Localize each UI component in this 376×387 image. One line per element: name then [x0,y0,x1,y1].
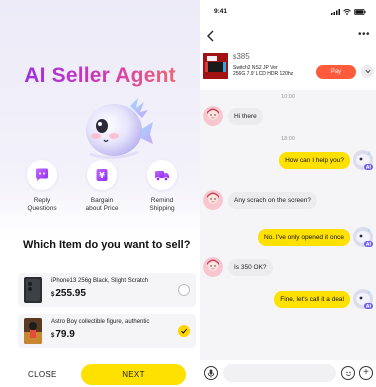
more-options-icon[interactable]: ••• [358,30,370,40]
microphone-icon [207,369,215,377]
feature-remind-shipping: Remind Shipping [132,160,192,213]
item-radio-checked[interactable] [178,325,190,337]
item-radio-unchecked[interactable] [178,284,190,296]
emoji-button[interactable] [341,366,355,380]
pay-button[interactable]: Pay [316,65,356,79]
back-arrow-icon[interactable] [206,30,216,42]
checkmark-icon [181,328,188,334]
yen-tag-icon: ¥ [96,169,108,181]
close-button[interactable]: CLOSE [28,370,57,379]
page-title: AI Seller Agent [0,64,200,88]
chat-timestamp: 18:00 [281,136,295,142]
feature-label-line2: Shipping [149,205,175,212]
feature-label-line2: about Price [85,205,119,212]
item-name: iPhone13 256g Black, Slight Scratch [51,278,149,284]
item-thumbnail [24,318,42,344]
feature-label-line2: Questions [27,205,57,212]
ai-badge-text: AI [366,165,371,171]
feature-icon-wrap: ¥ [87,160,117,190]
product-name: Switch2 NS2 JP Ver 256G 7.9' LCD HDR 120… [233,65,294,77]
section-question: Which Item do you want to sell? [23,239,191,251]
svg-text:¥: ¥ [99,171,105,180]
delivery-truck-icon [155,171,169,181]
item-option-astroboy[interactable]: Astro Boy collectible figure, authentic … [18,314,196,348]
feature-reply-questions: Reply Questions [12,160,72,213]
buyer-avatar[interactable] [203,190,223,210]
message-bubble-outgoing: How can I help you? [279,152,350,169]
chat-input-bar: + [200,360,376,387]
message-bubble-outgoing: Fine, let's call it a deal [274,291,350,308]
feature-icon-wrap [147,160,177,190]
ai-bot-avatar[interactable]: AI [352,288,374,310]
cellular-signal-icon [331,9,340,15]
ai-badge-text: AI [366,242,371,248]
item-option-iphone[interactable]: iPhone13 256g Black, Slight Scratch $255… [18,273,196,307]
wifi-icon [343,9,351,15]
app-screenshot: AI Seller Agent Reply Questions ¥ Bargai… [0,0,376,387]
product-price: $385 [233,52,250,61]
feature-bargain-price: ¥ Bargain about Price [72,160,132,213]
feature-label-line1: Remind [150,197,174,204]
message-bubble-outgoing: No. I've only opened it once [257,229,350,246]
item-price: $79.9 [51,329,75,340]
plus-icon[interactable]: + [359,366,373,380]
voice-button[interactable] [204,366,218,380]
pufferfish-mascot-icon [86,98,153,159]
item-price: $255.95 [51,288,86,299]
chevron-down-icon [364,69,371,74]
product-card: $385 Switch2 NS2 JP Ver 256G 7.9' LCD HD… [200,48,376,90]
status-bar: 9:41 [200,0,376,24]
chat-panel: 9:41 ••• $385 Switch2 NS2 JP Ver 256G 7.… [200,0,376,387]
battery-icon [354,9,366,15]
smiley-icon [345,371,351,376]
feature-label-line1: Bargain [90,197,114,204]
buyer-avatar[interactable] [203,106,223,126]
message-bubble-incoming: Is 350 OK? [228,259,273,276]
feature-label-line1: Reply [33,197,51,204]
product-image [203,53,228,79]
status-icons [331,9,366,15]
expand-button[interactable] [361,65,374,78]
seller-agent-panel: AI Seller Agent Reply Questions ¥ Bargai… [0,0,200,387]
item-thumbnail [24,277,42,303]
message-input[interactable] [223,364,336,382]
message-bubble-incoming: Hi there [228,108,263,125]
status-time: 9:41 [214,8,228,15]
chat-header: ••• [200,24,376,48]
buyer-avatar[interactable] [203,257,223,277]
next-button[interactable]: NEXT [81,364,186,385]
message-bubble-incoming: Any scrach on the screen? [228,192,317,209]
feature-icon-wrap [27,160,57,190]
ai-badge-text: AI [366,304,371,310]
chat-timestamp: 10:00 [281,94,295,100]
ai-bot-avatar[interactable]: AI [352,149,374,171]
chat-bubble-icon [36,168,48,181]
item-name: Astro Boy collectible figure, authentic [51,319,150,325]
ai-bot-avatar[interactable]: AI [352,226,374,248]
